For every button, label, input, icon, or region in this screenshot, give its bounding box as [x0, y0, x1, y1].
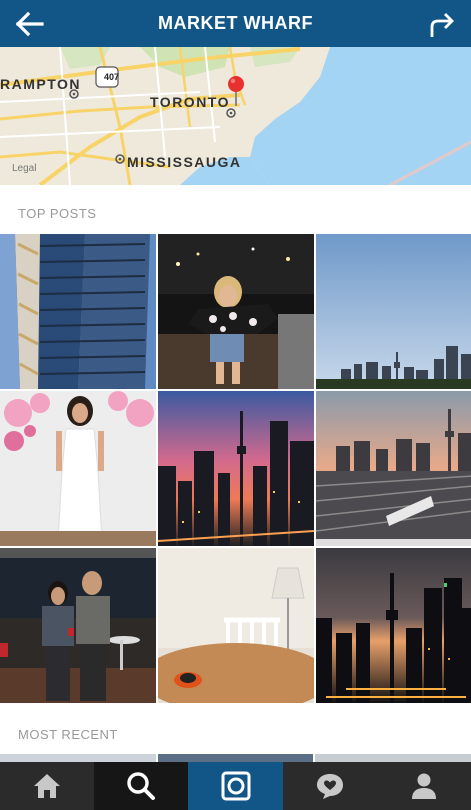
- recent-post-thumb[interactable]: [315, 754, 471, 762]
- post-couple-party[interactable]: [0, 548, 156, 703]
- home-icon: [34, 774, 61, 798]
- most-recent-heading: MOST RECENT: [18, 727, 118, 742]
- map-label-toronto: TORONTO: [150, 94, 230, 110]
- tab-home[interactable]: [0, 762, 94, 810]
- header-bar: MARKET WHARF: [0, 0, 471, 47]
- page-title: MARKET WHARF: [158, 13, 313, 33]
- post-sunset-cn-tower[interactable]: [158, 391, 314, 546]
- recent-post-thumb[interactable]: [157, 754, 314, 762]
- highway-407-label: 407: [104, 72, 120, 82]
- share-arrow-icon[interactable]: [427, 9, 457, 39]
- heart-bubble-icon: [316, 774, 343, 799]
- camera-icon: [221, 771, 250, 801]
- tab-activity[interactable]: [283, 762, 377, 810]
- post-woman-white-dress[interactable]: [0, 391, 156, 546]
- post-woman-balcony-night[interactable]: [158, 234, 314, 389]
- top-posts-grid: [0, 234, 471, 703]
- post-toy-car-table[interactable]: [158, 548, 314, 703]
- post-skyline-dusk[interactable]: [316, 548, 471, 703]
- map-legal-link[interactable]: Legal: [12, 163, 36, 174]
- profile-icon: [411, 773, 436, 799]
- post-skyline-railway[interactable]: [316, 391, 471, 546]
- back-arrow-icon[interactable]: [14, 9, 46, 39]
- search-icon: [127, 772, 156, 800]
- location-map[interactable]: 407 RAMPTON TORONTO MISSISSAUGA Legal: [0, 47, 471, 185]
- top-posts-heading: TOP POSTS: [18, 206, 97, 221]
- map-label-brampton: RAMPTON: [0, 76, 82, 92]
- recent-post-thumb[interactable]: [0, 754, 156, 762]
- post-condo-tower[interactable]: [0, 234, 156, 389]
- post-skyline-blue-sky[interactable]: [316, 234, 471, 389]
- tab-search[interactable]: [94, 762, 189, 810]
- tab-camera[interactable]: [188, 762, 283, 810]
- most-recent-strip: [0, 754, 471, 762]
- map-pin-icon: [228, 76, 244, 106]
- tab-profile[interactable]: [377, 762, 471, 810]
- bottom-tab-bar: [0, 762, 471, 810]
- map-label-mississauga: MISSISSAUGA: [127, 154, 242, 170]
